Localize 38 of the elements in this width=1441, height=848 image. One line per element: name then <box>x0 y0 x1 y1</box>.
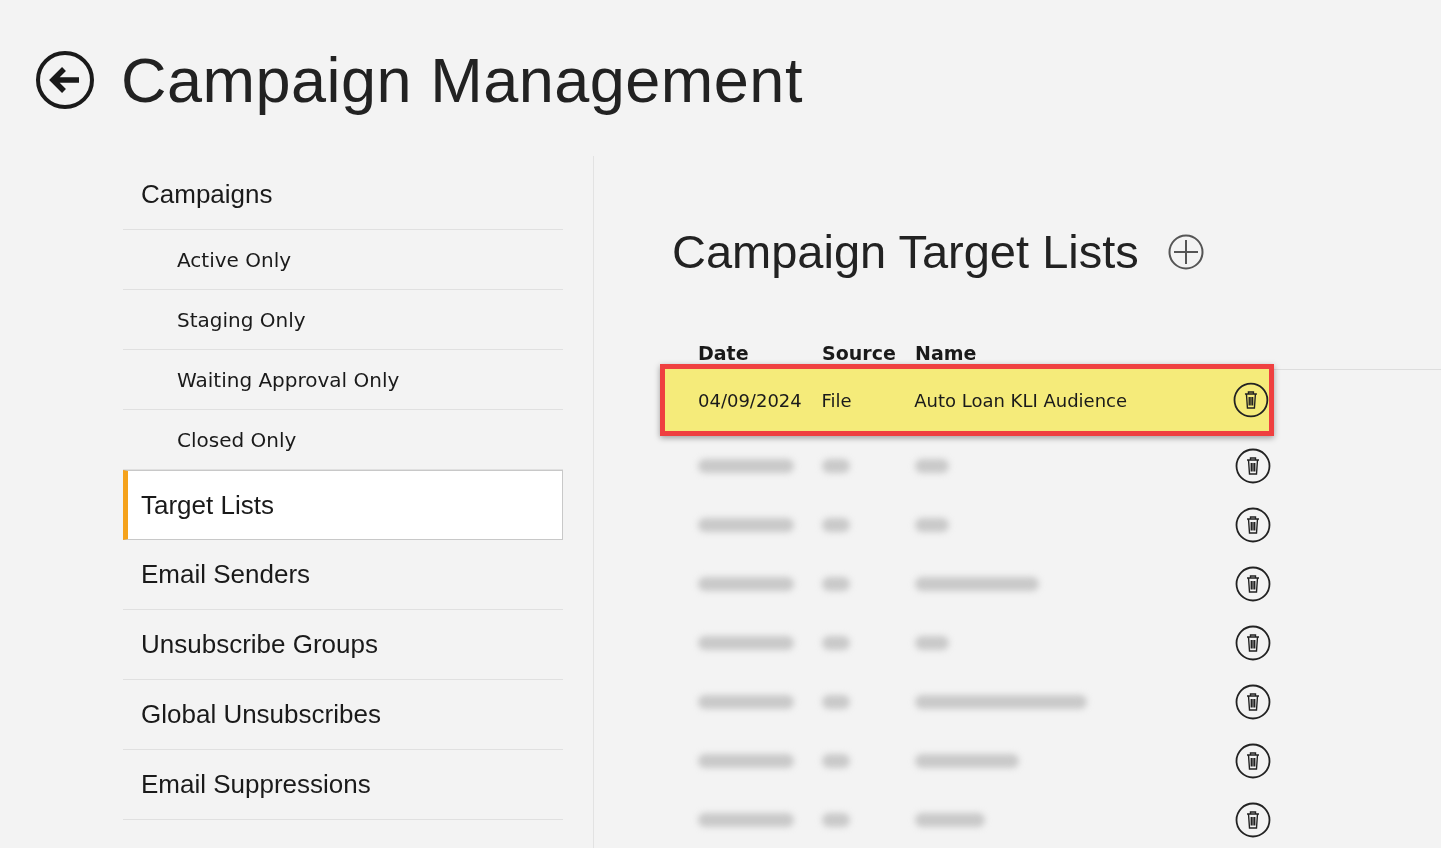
delete-icon[interactable] <box>1235 447 1271 484</box>
delete-icon[interactable] <box>1235 565 1271 602</box>
add-icon[interactable] <box>1166 232 1205 271</box>
blurred-text <box>822 812 850 827</box>
sidebar-item[interactable]: Waiting Approval Only <box>123 350 563 410</box>
delete-icon[interactable] <box>1235 506 1271 543</box>
sidebar-item[interactable]: Target Lists <box>123 470 563 540</box>
sidebar-item[interactable]: Email Senders <box>123 540 563 610</box>
sidebar-item[interactable]: Global Unsubscribes <box>123 680 563 750</box>
sidebar-item[interactable]: Active Only <box>123 230 563 290</box>
delete-icon[interactable] <box>1233 382 1269 418</box>
sidebar-item[interactable]: Campaigns <box>123 160 563 230</box>
blurred-text <box>822 576 850 591</box>
back-icon[interactable] <box>35 50 95 110</box>
blurred-text <box>915 517 949 532</box>
table-cell-text: Auto Loan KLI Audience <box>914 389 1129 411</box>
blurred-text <box>915 812 985 827</box>
table-cell-text: File <box>821 389 853 411</box>
delete-icon[interactable] <box>1235 801 1271 838</box>
blurred-text <box>822 635 850 650</box>
sidebar-item[interactable]: Email Suppressions <box>123 750 563 820</box>
page-title: Campaign Management <box>121 44 803 116</box>
blurred-text <box>915 458 949 473</box>
blurred-text <box>822 753 850 768</box>
blurred-text <box>822 517 850 532</box>
column-header: Date <box>698 341 750 366</box>
column-header: Name <box>915 341 978 366</box>
sidebar-item[interactable]: Unsubscribe Groups <box>123 610 563 680</box>
blurred-text <box>915 635 949 650</box>
section-title: Campaign Target Lists <box>672 224 1139 279</box>
blurred-text <box>822 458 850 473</box>
sidebar-item[interactable]: Staging Only <box>123 290 563 350</box>
delete-icon[interactable] <box>1235 683 1271 720</box>
delete-icon[interactable] <box>1235 742 1271 779</box>
delete-icon[interactable] <box>1235 624 1271 661</box>
column-header: Source <box>822 341 897 366</box>
table-cell-text: 04/09/2024 <box>698 389 803 411</box>
blurred-text <box>822 694 850 709</box>
